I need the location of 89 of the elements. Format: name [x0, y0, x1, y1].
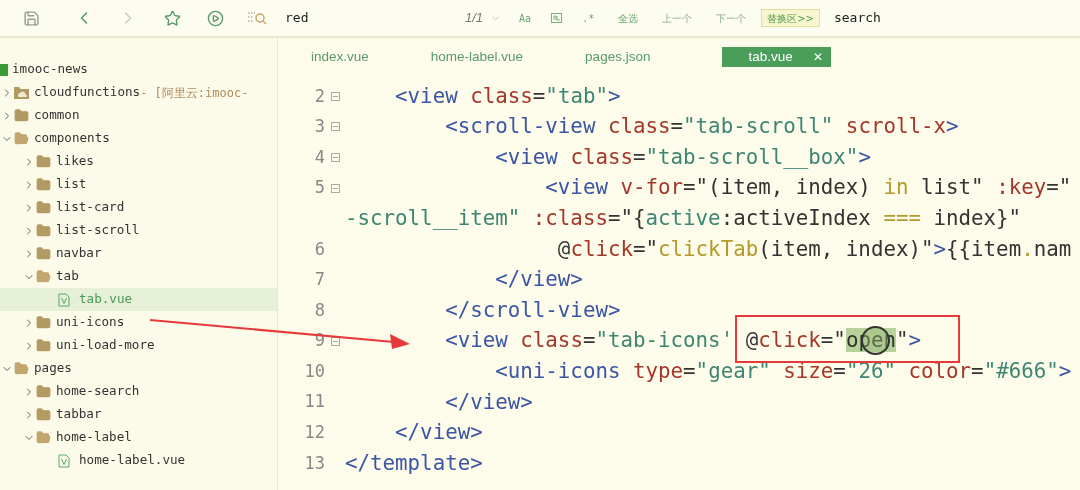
tree-item-label: tabbar	[56, 405, 102, 424]
cloud-folder-icon	[14, 86, 29, 99]
folder-icon	[36, 430, 51, 445]
line-number: 8	[314, 298, 325, 322]
code-line: <scroll-view class="tab-scroll" scroll-x>	[444, 113, 959, 141]
tree-item-label: likes	[56, 152, 94, 171]
tree-item[interactable]: likes	[0, 150, 277, 173]
tree-item-label: list-scroll	[56, 221, 140, 240]
tree-item-label: list	[56, 175, 87, 194]
folder-icon	[14, 108, 29, 123]
line-number: 5	[314, 176, 325, 200]
code-line: </view>	[494, 266, 583, 294]
line-number: 4	[314, 145, 325, 169]
tree-item-label: imooc-news	[12, 60, 88, 79]
fold-icon[interactable]	[331, 336, 340, 346]
folder-icon	[14, 361, 29, 376]
tree-item-label: home-label.vue	[79, 451, 186, 470]
folder-icon	[36, 407, 51, 422]
line-number: 2	[314, 84, 325, 108]
tree-item-label: home-search	[56, 382, 140, 401]
tree-item[interactable]: tabbar	[0, 403, 277, 426]
code-line: </view>	[444, 388, 533, 416]
code-line: -scroll__item" :class="{active:activeIndex === index}"	[345, 205, 1022, 233]
tree-item[interactable]: common	[0, 104, 277, 127]
tree-item[interactable]: home-search	[0, 380, 277, 403]
line-number: 12	[304, 421, 325, 445]
line-number: 6	[314, 237, 325, 261]
code-line: </view>	[394, 419, 483, 447]
fold-icon[interactable]	[331, 183, 340, 193]
save-icon[interactable]	[23, 9, 40, 27]
tree-item[interactable]: cloudfunctions- [阿里云:imooc-	[0, 81, 277, 104]
tree-item[interactable]: uni-icons	[0, 311, 277, 334]
tree-item[interactable]: list-card	[0, 196, 277, 219]
tree-item[interactable]: pages	[0, 357, 277, 380]
tree-item[interactable]: home-label	[0, 426, 277, 449]
folder-icon	[36, 177, 51, 192]
folder-icon	[36, 200, 51, 215]
line-number: 13	[304, 451, 325, 475]
line-number: 10	[304, 359, 325, 383]
code-line: @click="clickTab(item, index)">{{item.nam	[556, 235, 1072, 263]
code-line: </template>	[345, 449, 483, 477]
folder-icon	[36, 384, 51, 399]
tree-item[interactable]: components	[0, 127, 277, 150]
code-line: <view class="tab-scroll__box">	[494, 143, 871, 171]
project-icon	[0, 63, 8, 76]
tree-item[interactable]: list-scroll	[0, 219, 277, 242]
tree-item[interactable]: uni-load-more	[0, 334, 277, 357]
tree-item-label: uni-icons	[56, 313, 125, 332]
tree-item-note: - [阿里云:imooc-	[140, 84, 249, 102]
folder-icon	[36, 269, 51, 284]
tree-item-label: tab.vue	[79, 290, 133, 309]
code-line: </scroll-view>	[444, 296, 621, 324]
tree-item[interactable]: list	[0, 173, 277, 196]
line-number: 3	[314, 115, 325, 139]
code-line: <view v-for="(item, index) in list" :key="	[544, 174, 1072, 202]
tree-item-label: tab	[56, 267, 79, 286]
folder-icon	[36, 246, 51, 261]
tree-item[interactable]: home-label.vue	[0, 449, 277, 472]
tree-item-label: list-card	[56, 198, 125, 217]
tree-item-label: components	[34, 129, 110, 148]
tree-item-label: pages	[34, 359, 72, 378]
star-icon[interactable]	[164, 9, 181, 27]
replace-field[interactable]: search	[833, 8, 954, 28]
folder-icon	[36, 315, 51, 330]
find-field[interactable]: red	[285, 8, 465, 28]
vue-file-icon	[58, 453, 70, 468]
tree-item-label: home-label	[56, 428, 132, 447]
run-icon[interactable]	[207, 9, 224, 27]
folder-icon	[36, 338, 51, 353]
folder-icon	[36, 154, 51, 169]
find-icon[interactable]	[247, 11, 267, 25]
fold-icon[interactable]	[331, 122, 340, 132]
code-line: <view class="tab">	[394, 82, 621, 110]
tree-item-label: uni-load-more	[56, 336, 155, 355]
tree-item[interactable]: tab	[0, 265, 277, 288]
folder-icon	[14, 131, 29, 146]
tree-item-label: common	[34, 106, 80, 125]
vue-file-icon	[58, 292, 70, 307]
tree-item-label: navbar	[56, 244, 102, 263]
tree-item[interactable]: navbar	[0, 242, 277, 265]
line-number: 11	[304, 390, 325, 414]
folder-icon	[36, 223, 51, 238]
line-number: 7	[314, 268, 325, 292]
tree-item[interactable]: imooc-news	[0, 58, 277, 81]
fold-icon[interactable]	[331, 91, 340, 101]
whole-word-icon[interactable]	[551, 13, 563, 23]
fold-icon[interactable]	[331, 153, 340, 162]
tree-item-label: cloudfunctions	[34, 83, 141, 102]
match-count: 1/1	[465, 9, 484, 28]
